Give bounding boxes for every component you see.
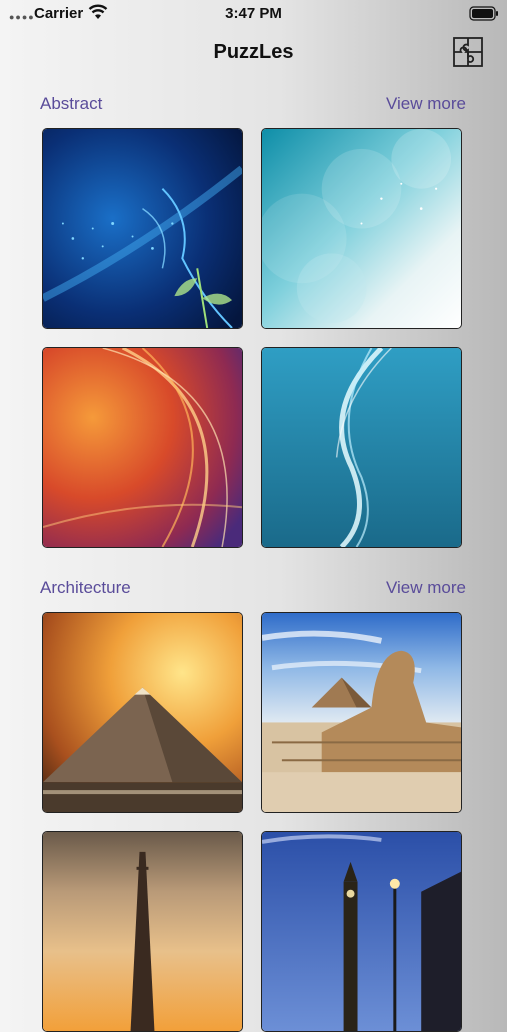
section-header-abstract: Abstract View more [40, 94, 468, 118]
status-bar: ●●●● Carrier 3:47 PM [0, 0, 507, 26]
status-time: 3:47 PM [225, 5, 282, 22]
puzzle-tile-abstract-teal-bokeh[interactable] [261, 128, 462, 329]
puzzle-tile-abstract-orange-waves[interactable] [42, 347, 243, 548]
puzzle-icon[interactable] [452, 36, 484, 68]
puzzle-tile-sphinx-pyramid[interactable] [261, 612, 462, 813]
puzzle-tile-abstract-blue-plant[interactable] [42, 128, 243, 329]
puzzle-tile-abstract-teal-ribbon[interactable] [261, 347, 462, 548]
section-title: Architecture [40, 578, 131, 597]
section-header-architecture: Architecture View more [40, 578, 468, 602]
puzzle-tile-big-ben[interactable] [261, 831, 462, 1032]
battery-icon [469, 6, 499, 25]
view-more-link[interactable]: View more [386, 578, 466, 598]
view-more-link[interactable]: View more [386, 94, 466, 114]
puzzle-tile-eiffel-tower[interactable] [42, 831, 243, 1032]
section-title: Abstract [40, 94, 103, 113]
puzzle-tile-pyramid-sunset[interactable] [42, 612, 243, 813]
page-title: PuzzLes [213, 41, 294, 63]
